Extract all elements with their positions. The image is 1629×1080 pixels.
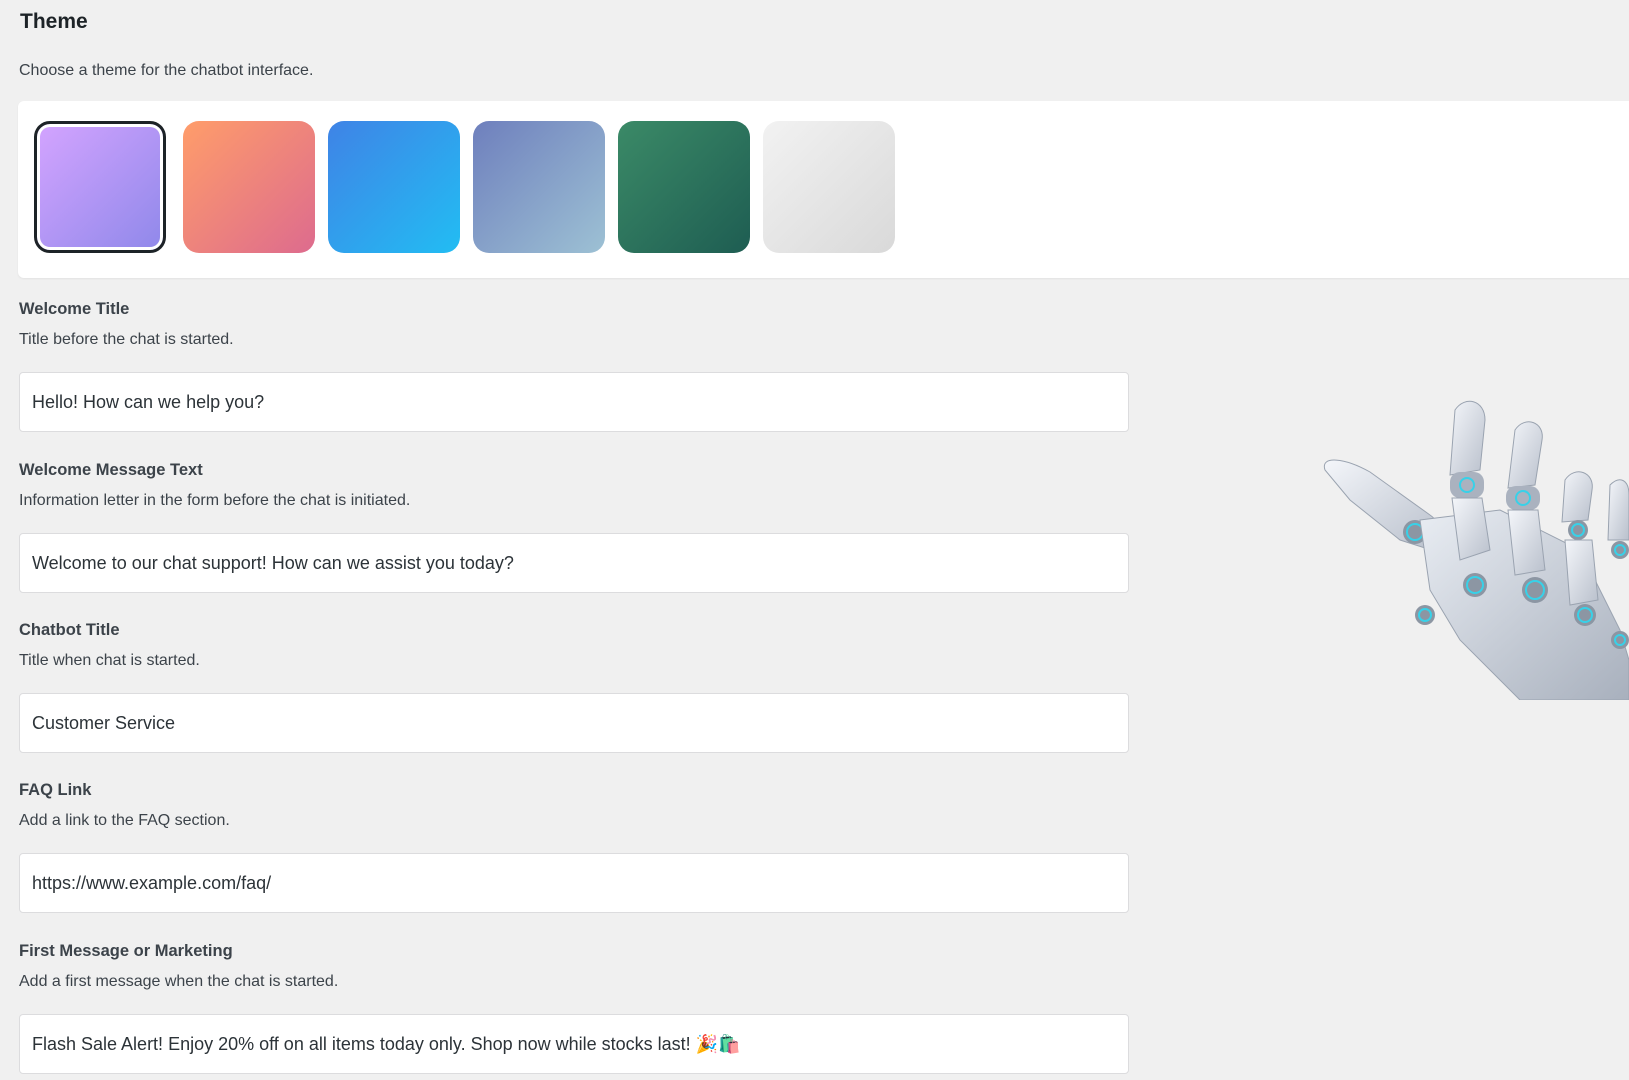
chatbot-title-help: Title when chat is started. bbox=[19, 652, 200, 669]
chatbot-title-field: Chatbot Title Title when chat is started… bbox=[19, 619, 1129, 753]
first-message-help: Add a first message when the chat is sta… bbox=[19, 973, 339, 990]
robot-hand-icon bbox=[1320, 400, 1629, 700]
theme-swatch-panel bbox=[18, 101, 1629, 278]
chatbot-settings-page: Theme Choose a theme for the chatbot int… bbox=[0, 0, 1629, 1080]
welcome-title-input[interactable] bbox=[19, 372, 1129, 432]
welcome-message-input[interactable] bbox=[19, 533, 1129, 593]
welcome-message-help: Information letter in the form before th… bbox=[19, 492, 411, 509]
welcome-message-field: Welcome Message Text Information letter … bbox=[19, 459, 1129, 593]
first-message-field: First Message or Marketing Add a first m… bbox=[19, 940, 1129, 1074]
chatbot-title-input[interactable] bbox=[19, 693, 1129, 753]
theme-heading: Theme bbox=[20, 10, 88, 33]
theme-swatch-green[interactable] bbox=[618, 121, 750, 253]
theme-swatch-light-gray[interactable] bbox=[763, 121, 895, 253]
theme-swatch-purple[interactable] bbox=[34, 121, 166, 253]
chatbot-title-label: Chatbot Title bbox=[19, 621, 120, 639]
robot-hand-illustration bbox=[1323, 400, 1629, 700]
faq-link-input[interactable] bbox=[19, 853, 1129, 913]
welcome-title-field: Welcome Title Title before the chat is s… bbox=[19, 298, 1129, 432]
welcome-title-label: Welcome Title bbox=[19, 300, 130, 318]
faq-link-field: FAQ Link Add a link to the FAQ section. bbox=[19, 779, 1129, 913]
faq-link-label: FAQ Link bbox=[19, 781, 92, 799]
theme-swatch-blue[interactable] bbox=[328, 121, 460, 253]
theme-swatch-steel[interactable] bbox=[473, 121, 605, 253]
welcome-title-help: Title before the chat is started. bbox=[19, 331, 234, 348]
faq-link-help: Add a link to the FAQ section. bbox=[19, 812, 230, 829]
first-message-label: First Message or Marketing bbox=[19, 942, 233, 960]
theme-swatch-sunset[interactable] bbox=[183, 121, 315, 253]
first-message-input[interactable] bbox=[19, 1014, 1129, 1074]
theme-description: Choose a theme for the chatbot interface… bbox=[19, 62, 314, 79]
welcome-message-label: Welcome Message Text bbox=[19, 461, 203, 479]
